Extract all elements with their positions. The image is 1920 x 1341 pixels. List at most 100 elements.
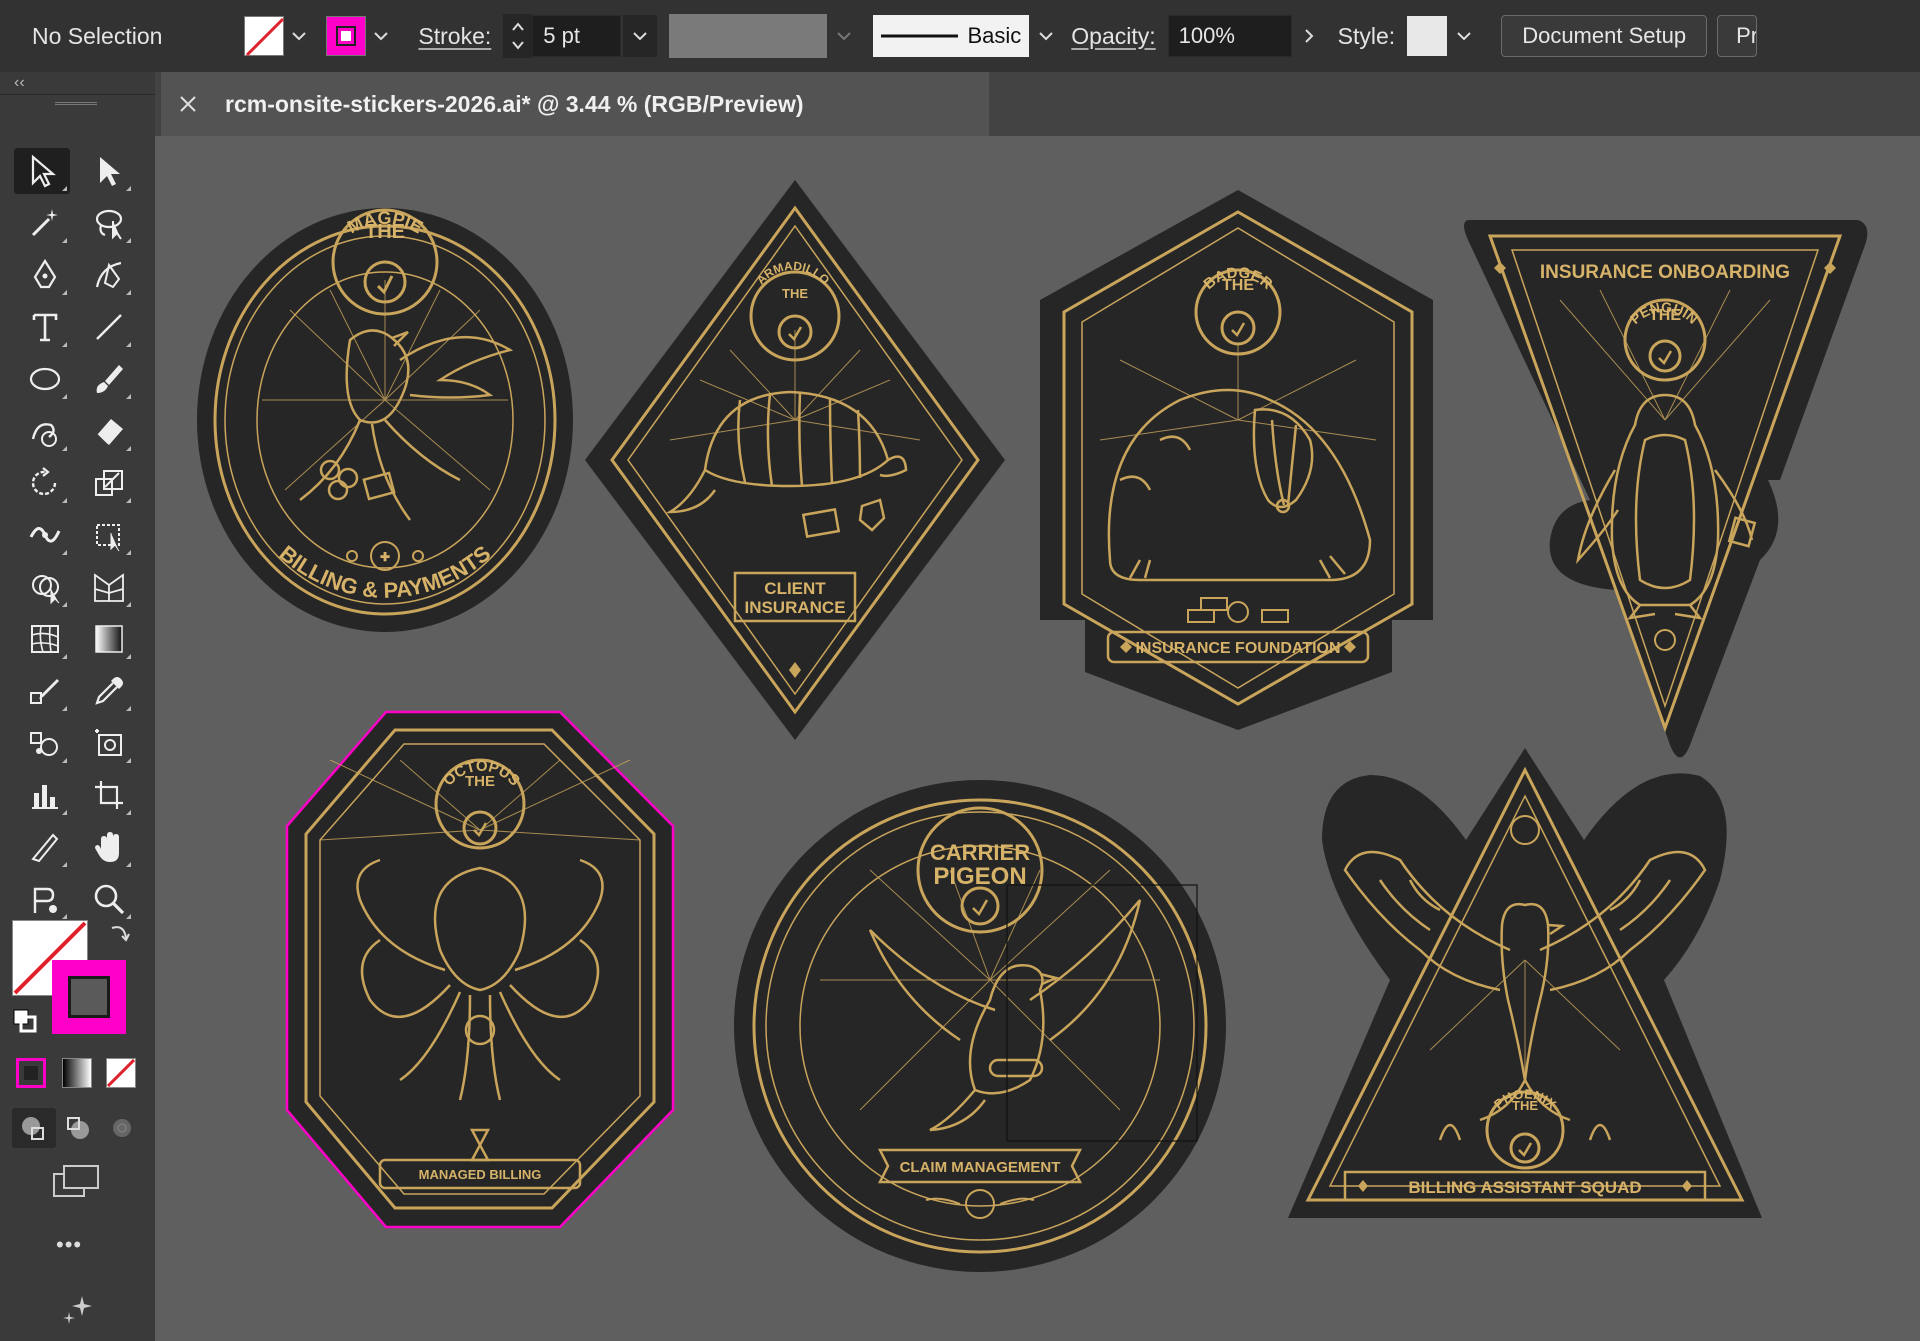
brush-definition[interactable]: Basic	[873, 15, 1030, 57]
width-icon	[29, 527, 61, 543]
fill-stroke-widget	[12, 920, 132, 1040]
sticker-magpie[interactable]: THE MAGPIE ✚ BILLING & PAYMENTS	[197, 208, 573, 632]
pigeon-banner-text: CLAIM MANAGEMENT	[900, 1159, 1061, 1176]
hand-tool[interactable]	[84, 824, 134, 870]
stroke-dropdown[interactable]	[366, 14, 396, 58]
draw-behind-icon[interactable]	[56, 1108, 100, 1148]
magic-wand-tool[interactable]	[20, 200, 70, 246]
armadillo-banner-line2: INSURANCE	[744, 598, 845, 617]
collapse-panel-button[interactable]: ‹‹	[14, 74, 25, 92]
stroke-weight-stepper[interactable]	[503, 14, 534, 58]
column-graph-tool[interactable]	[20, 772, 70, 818]
paintbrush-tool[interactable]	[84, 356, 134, 402]
direct-selection-icon	[100, 157, 120, 186]
perspective-grid-tool[interactable]	[84, 564, 134, 610]
stroke-weight-dropdown[interactable]	[623, 15, 658, 57]
edit-toolbar-button[interactable]: •••	[56, 1232, 82, 1258]
puppet-warp-tool[interactable]	[20, 876, 70, 922]
symbol-sprayer-icon	[30, 732, 58, 756]
curvature-icon	[95, 261, 122, 289]
graphic-style-swatch[interactable]	[1407, 16, 1448, 56]
sticker-octopus[interactable]: THE OCTOPUS MANAGED BILLING	[285, 710, 675, 1229]
sticker-badger[interactable]: THE BADGER INSURANCE FOUNDATION	[1040, 190, 1433, 730]
generative-ai-icon[interactable]	[60, 1292, 94, 1331]
eraser-tool[interactable]	[84, 408, 134, 454]
shaper-tool[interactable]	[20, 408, 70, 454]
artboard-tool[interactable]	[84, 772, 134, 818]
document-setup-label: Document Setup	[1522, 23, 1687, 48]
slice-icon	[31, 833, 59, 863]
ellipse-tool[interactable]	[20, 356, 70, 402]
fill-dropdown[interactable]	[284, 14, 314, 58]
opacity-value: 100%	[1178, 23, 1235, 48]
mesh-tool[interactable]	[20, 616, 70, 662]
width-tool[interactable]	[20, 512, 70, 558]
gradient-mode-icon[interactable]	[62, 1058, 92, 1088]
panel-grip[interactable]	[0, 94, 155, 105]
magic-wand-icon	[31, 209, 58, 237]
puppet-warp-icon	[33, 887, 57, 913]
swap-fill-stroke-icon[interactable]	[106, 920, 132, 951]
zoom-tool[interactable]	[84, 876, 134, 922]
variable-width-dropdown[interactable]	[827, 14, 861, 58]
curvature-tool[interactable]	[84, 252, 134, 298]
sticker-penguin[interactable]: INSURANCE ONBOARDING THE PENGUIN	[1464, 220, 1868, 758]
draw-inside-icon[interactable]	[100, 1108, 144, 1148]
phoenix-banner-text: BILLING ASSISTANT SQUAD	[1408, 1178, 1641, 1197]
type-tool[interactable]	[20, 304, 70, 350]
control-bar: No Selection Stroke: 5 pt Basic Opacity:…	[0, 0, 1920, 73]
gradient-icon	[95, 625, 123, 653]
sticker-phoenix[interactable]: THE PHOENIX BILLING ASSISTANT SQUAD	[1288, 748, 1762, 1218]
draw-normal-icon[interactable]	[12, 1108, 56, 1148]
opacity-expand[interactable]	[1292, 14, 1326, 58]
svg-text:✚: ✚	[380, 550, 390, 564]
brush-dropdown[interactable]	[1029, 14, 1063, 58]
type-icon	[32, 313, 58, 342]
selection-tool[interactable]	[14, 148, 70, 194]
preferences-button[interactable]: Pr	[1717, 15, 1758, 57]
eyedropper-blend-tool[interactable]	[20, 668, 70, 714]
artboard-capture-icon	[95, 729, 122, 756]
symbol-sprayer-tool[interactable]	[20, 720, 70, 766]
screen-mode-icon[interactable]	[50, 1162, 102, 1204]
rotate-tool[interactable]	[20, 460, 70, 506]
gradient-tool[interactable]	[84, 616, 134, 662]
stroke-label[interactable]: Stroke:	[418, 23, 491, 50]
line-segment-tool[interactable]	[84, 304, 134, 350]
opacity-field[interactable]: 100%	[1167, 15, 1292, 57]
eyedropper-tool[interactable]	[84, 668, 134, 714]
paintbrush-icon	[96, 365, 123, 393]
chevron-down-icon	[1039, 32, 1054, 41]
free-transform-tool[interactable]	[84, 512, 134, 558]
sticker-armadillo[interactable]: THE ARMADILLO CLIENT INSURANCE	[585, 180, 1005, 740]
armadillo-banner-line1: CLIENT	[764, 579, 826, 598]
pigeon-top-text: CARRIER	[930, 840, 1030, 865]
stroke-indicator[interactable]	[52, 960, 126, 1034]
graphic-style-dropdown[interactable]	[1447, 14, 1481, 58]
mesh-icon	[31, 625, 59, 653]
artboard-capture-tool[interactable]	[84, 720, 134, 766]
slice-tool[interactable]	[20, 824, 70, 870]
color-mode-icon[interactable]	[16, 1058, 46, 1088]
zoom-icon	[94, 884, 125, 915]
document-tab[interactable]: rcm-onsite-stickers-2026.ai* @ 3.44 % (R…	[161, 72, 989, 136]
ellipse-icon	[29, 367, 61, 391]
perspective-grid-icon	[94, 573, 124, 602]
direct-selection-tool[interactable]	[84, 148, 134, 194]
default-fill-stroke-icon[interactable]	[12, 1008, 38, 1039]
shape-builder-tool[interactable]	[20, 564, 70, 610]
document-setup-button[interactable]: Document Setup	[1501, 15, 1708, 57]
stroke-swatch[interactable]	[326, 16, 367, 56]
lasso-tool[interactable]	[84, 200, 134, 246]
pen-tool[interactable]	[20, 252, 70, 298]
none-mode-icon[interactable]	[106, 1058, 136, 1088]
preferences-label: Pr	[1736, 23, 1758, 48]
variable-width-profile[interactable]	[669, 14, 828, 58]
close-icon[interactable]	[179, 95, 201, 113]
scale-tool[interactable]	[84, 460, 134, 506]
artboard-canvas[interactable]: THE MAGPIE ✚ BILLING & PAYMENTS THE ARMA	[155, 136, 1920, 1341]
fill-swatch[interactable]	[244, 16, 285, 57]
sticker-pigeon[interactable]: CARRIER PIGEON CLAIM MANAGEMENT	[734, 780, 1226, 1272]
stroke-weight-field[interactable]: 5 pt	[533, 15, 622, 57]
opacity-label[interactable]: Opacity:	[1071, 23, 1155, 50]
